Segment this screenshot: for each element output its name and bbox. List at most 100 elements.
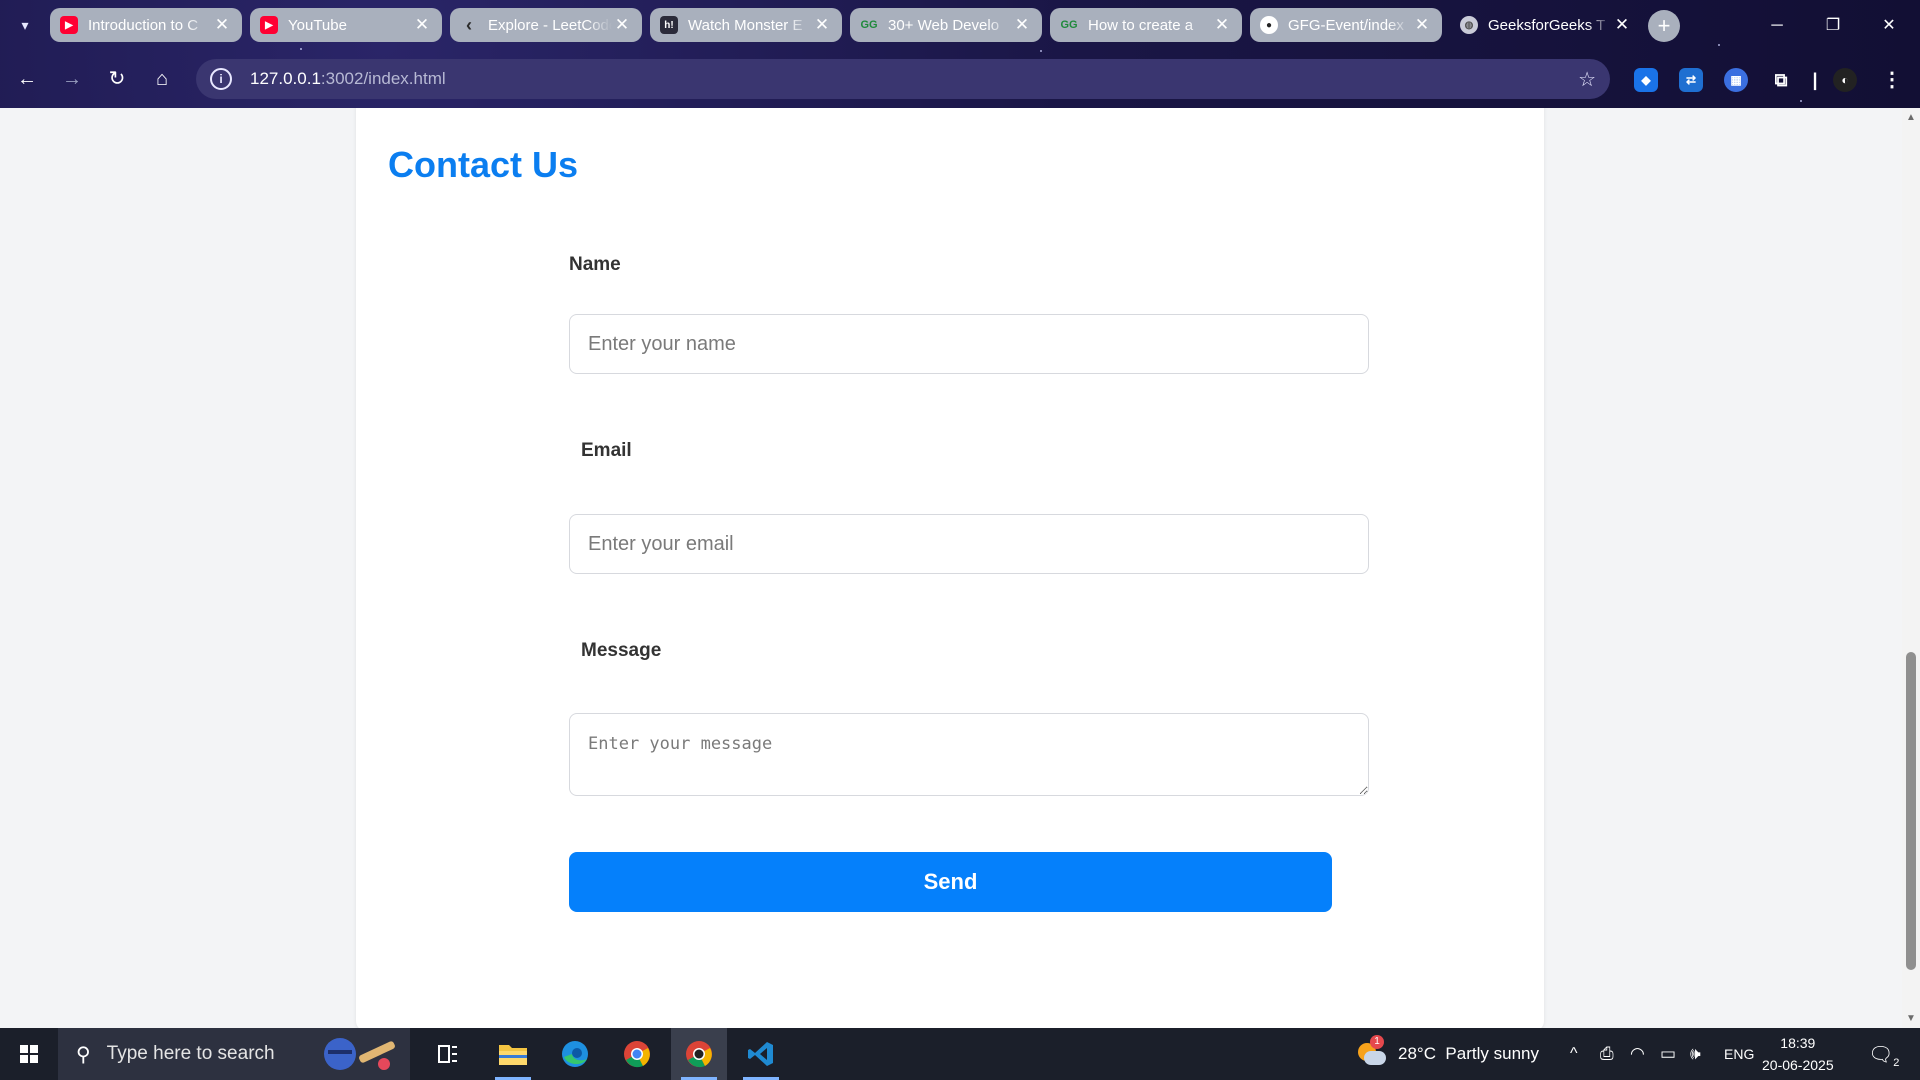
geeksforgeeks-icon: GG [1060,19,1078,31]
windows-logo-icon [20,1045,38,1063]
forward-button[interactable]: → [55,62,89,96]
tab-title: Watch Monster E [688,16,803,34]
leetcode-icon: ‹ [466,14,472,35]
extension-calendar-icon[interactable]: ▦ [1724,68,1748,92]
notification-center-button[interactable]: 🗨 2 [1868,1028,1900,1080]
background-star [1718,44,1720,46]
tab-youtube[interactable]: ▶ YouTube ✕ [250,8,442,42]
bookmark-star-icon[interactable]: ☆ [1578,67,1596,92]
scrollbar-thumb[interactable] [1906,652,1916,970]
cricket-search-highlight-icon [324,1038,395,1070]
close-icon[interactable]: ✕ [612,15,632,35]
tab-geeksforgeeks[interactable]: ◍ GeeksforGeeks T ✕ [1450,8,1642,42]
close-icon[interactable]: ✕ [1212,15,1232,35]
clock-time: 18:39 [1780,1035,1816,1051]
weather-widget[interactable]: 1 28°C Partly sunny [1356,1028,1539,1080]
tab-title: Explore - LeetCode [488,16,612,34]
hianime-icon: h! [660,16,678,34]
extension-shield-icon[interactable]: ◆ [1634,68,1658,92]
close-window-button[interactable]: ✕ [1866,10,1912,42]
edge-button[interactable] [547,1028,603,1080]
reload-button[interactable]: ↻ [100,62,134,96]
wifi-icon[interactable]: ◠ [1630,1028,1645,1080]
close-icon[interactable]: ✕ [212,15,232,35]
vscode-button[interactable] [733,1028,789,1080]
profile-avatar[interactable]: ◐ [1833,68,1857,92]
language-indicator[interactable]: ENG [1724,1028,1754,1080]
extensions-puzzle-icon[interactable]: ⧉ [1769,68,1793,92]
scroll-up-arrow-icon[interactable]: ▲ [1906,112,1916,123]
tab-title: 30+ Web Develo [888,16,1000,34]
chrome-profile-icon [686,1041,712,1068]
tab-title: GeeksforGeeks T [1488,16,1606,34]
background-star [300,48,302,50]
minimize-button[interactable]: ─ [1754,10,1800,42]
task-view-icon [438,1045,457,1063]
youtube-icon: ▶ [260,16,278,34]
page-viewport: Contact Us Name Email Message Send [0,108,1902,1028]
meet-now-icon[interactable]: ⎙ [1600,1028,1614,1080]
clock-date: 20-06-2025 [1762,1057,1834,1073]
close-icon[interactable]: ✕ [1012,15,1032,35]
chrome-button[interactable] [609,1028,665,1080]
page-scrollbar[interactable]: ▲ ▼ [1902,108,1920,1028]
chrome-profile-button[interactable] [671,1028,727,1080]
extension-translate-icon[interactable]: ⇄ [1679,68,1703,92]
message-textarea[interactable] [569,713,1369,796]
address-bar[interactable]: i 127.0.0.1:3002/index.html ☆ [196,59,1610,99]
geeksforgeeks-icon: GG [860,19,878,31]
email-input[interactable] [569,514,1369,574]
back-button[interactable]: ← [10,62,44,96]
tab-title: YouTube [288,16,347,34]
site-info-icon[interactable]: i [210,68,232,90]
restore-button[interactable]: ❐ [1810,10,1856,42]
youtube-icon: ▶ [60,16,78,34]
search-placeholder: Type here to search [106,1043,275,1064]
vscode-icon [748,1042,773,1066]
weather-text: 28°C Partly sunny [1398,1044,1539,1063]
tab-title: How to create a [1088,16,1194,34]
folder-icon [499,1045,527,1065]
menu-kebab-icon[interactable]: ⋮ [1880,68,1904,92]
battery-icon[interactable]: ▭ [1660,1028,1676,1080]
tab-monster[interactable]: h! Watch Monster E ✕ [650,8,842,42]
system-clock[interactable]: 18:39 20-06-2025 [1762,1032,1834,1076]
chrome-icon [624,1041,650,1068]
url-host: 127.0.0.1 [250,69,321,88]
tab-search-button[interactable]: ▾ [12,12,38,38]
message-label: Message [581,640,662,661]
background-star [1040,50,1042,52]
tab-github[interactable]: ● GFG-Event/index ✕ [1250,8,1442,42]
page-title: Contact Us [388,144,579,185]
scroll-down-arrow-icon[interactable]: ▼ [1906,1013,1916,1024]
tab-how-to-create[interactable]: GG How to create a ✕ [1050,8,1242,42]
tab-title: Introduction to C [88,16,199,34]
show-hidden-icons-button[interactable]: ^ [1570,1028,1578,1080]
task-view-button[interactable] [420,1028,476,1080]
notification-count: 2 [1893,1056,1900,1069]
search-icon: ⚲ [76,1043,91,1066]
github-icon: ● [1260,16,1278,34]
send-button[interactable]: Send [569,852,1332,912]
close-icon[interactable]: ✕ [812,15,832,35]
new-tab-button[interactable]: + [1648,10,1680,42]
weather-partly-sunny-icon: 1 [1356,1035,1386,1069]
tab-web-develop[interactable]: GG 30+ Web Develo ✕ [850,8,1042,42]
tab-introduction[interactable]: ▶ Introduction to C ✕ [50,8,242,42]
globe-icon: ◍ [1460,16,1478,34]
close-icon[interactable]: ✕ [412,15,432,35]
start-button[interactable] [0,1028,56,1080]
url-path: :3002/index.html [320,69,446,88]
taskbar-search-box[interactable]: ⚲ Type here to search [58,1028,410,1080]
tab-leetcode[interactable]: ‹ Explore - LeetCode ✕ [450,8,642,42]
close-icon[interactable]: ✕ [1412,15,1432,35]
close-icon[interactable]: ✕ [1612,15,1632,35]
file-explorer-button[interactable] [485,1028,541,1080]
volume-icon[interactable]: 🕪 [1690,1028,1701,1080]
weather-badge: 1 [1370,1035,1384,1049]
edge-icon [562,1041,588,1067]
notification-icon: 🗨 2 [1868,1043,1900,1069]
home-button[interactable]: ⌂ [145,62,179,96]
email-label: Email [581,440,632,461]
name-input[interactable] [569,314,1369,374]
